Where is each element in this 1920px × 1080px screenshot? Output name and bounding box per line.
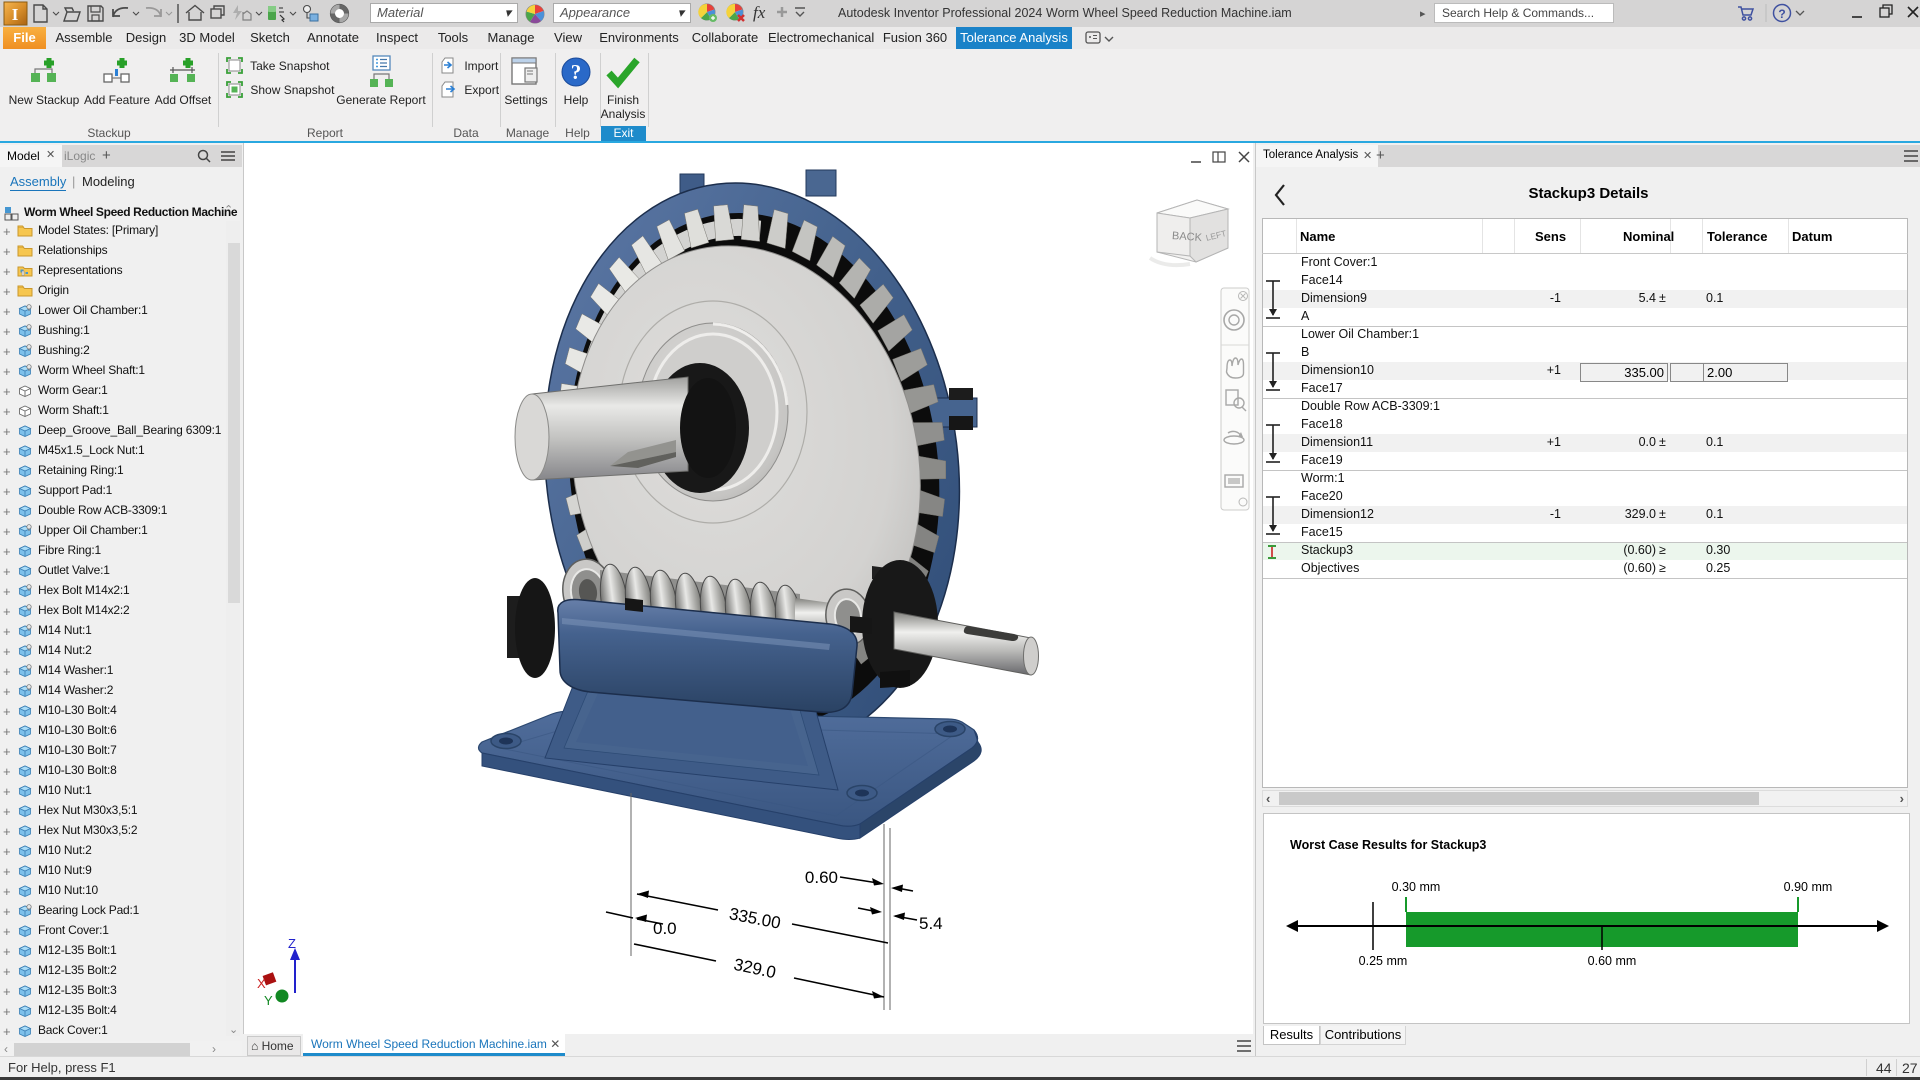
- svg-text:0.60 mm: 0.60 mm: [1588, 954, 1637, 968]
- svg-text:0.90 mm: 0.90 mm: [1784, 880, 1833, 894]
- svg-text:?: ?: [571, 60, 582, 84]
- svg-text:?: ?: [1778, 7, 1785, 21]
- svg-text:Z: Z: [288, 936, 296, 951]
- svg-text:335.00: 335.00: [728, 904, 783, 933]
- svg-text:fx: fx: [753, 3, 766, 22]
- svg-text:0.30 mm: 0.30 mm: [1392, 880, 1441, 894]
- svg-text:Y: Y: [264, 993, 273, 1008]
- svg-text:X: X: [257, 976, 266, 991]
- svg-text:I: I: [12, 5, 19, 24]
- svg-text:BACK: BACK: [1172, 230, 1203, 244]
- svg-text:329.0: 329.0: [732, 955, 778, 982]
- svg-text:5.4: 5.4: [919, 914, 943, 933]
- svg-text:0.0: 0.0: [653, 919, 677, 938]
- svg-text:0.25 mm: 0.25 mm: [1359, 954, 1408, 968]
- svg-text:0.60: 0.60: [805, 868, 838, 887]
